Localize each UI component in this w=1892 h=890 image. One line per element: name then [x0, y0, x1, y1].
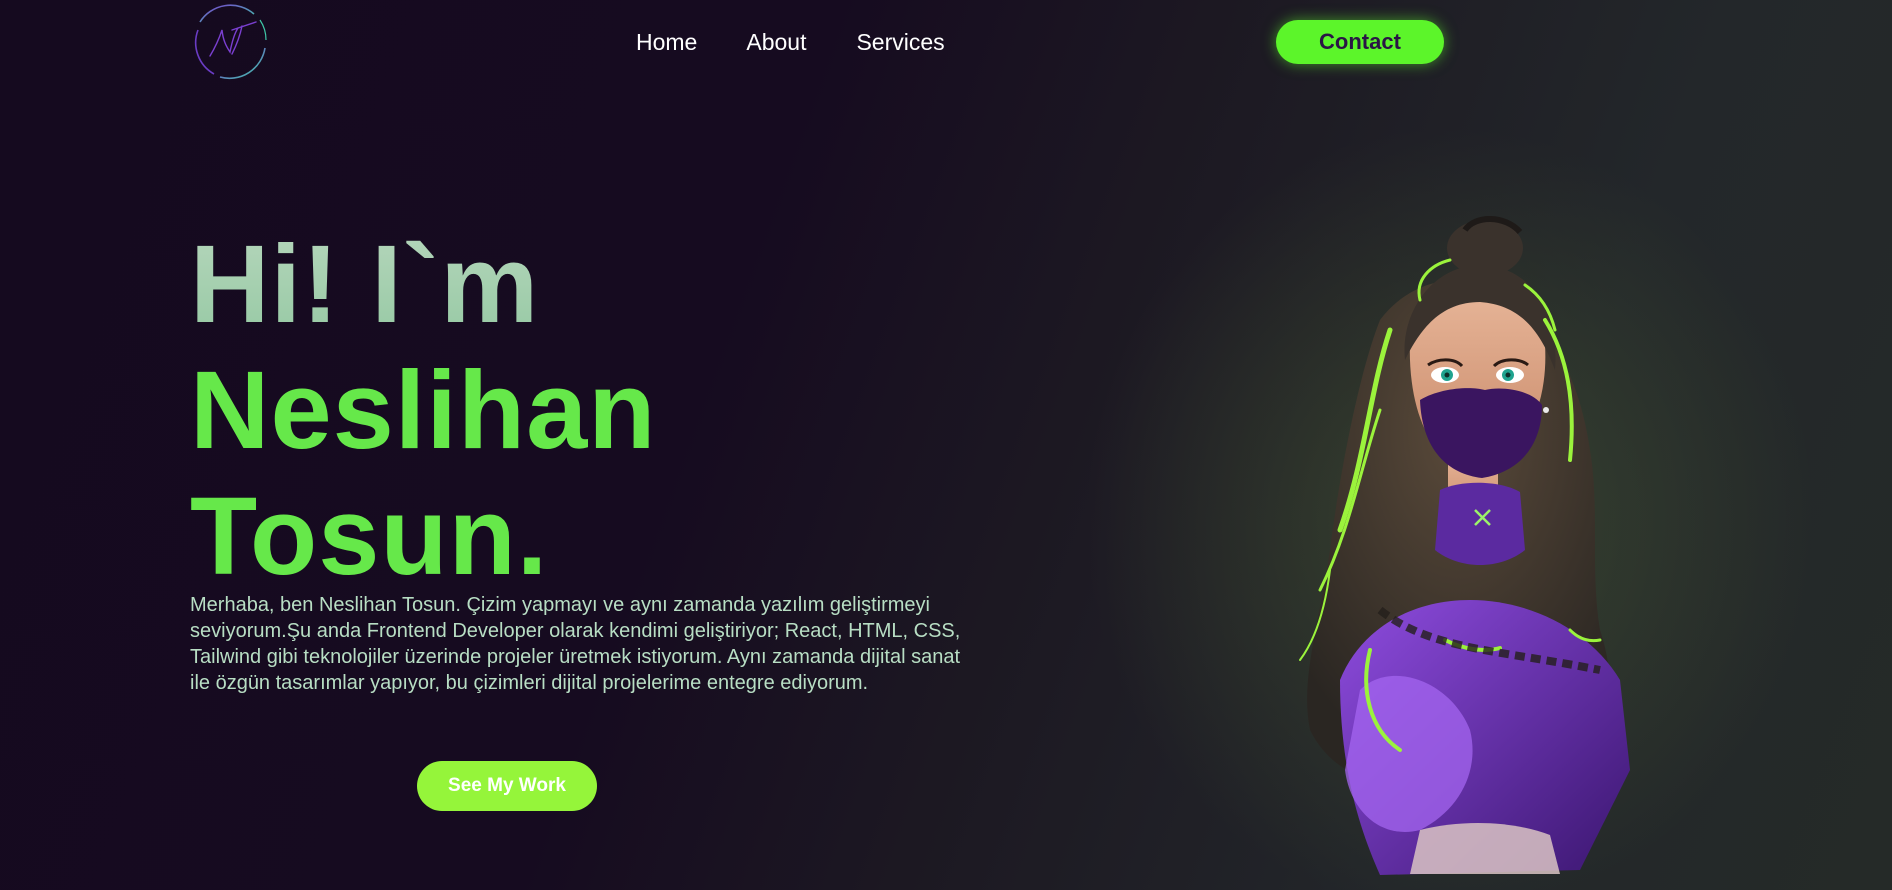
see-my-work-button[interactable]: See My Work [417, 761, 597, 811]
site-header: Home About Services Contact [0, 0, 1892, 90]
hero-first-name: Neslihan [190, 349, 657, 472]
nav-services-link[interactable]: Services [856, 24, 944, 60]
nav-about-link[interactable]: About [746, 24, 806, 60]
hero-greeting: Hi! I`m [190, 222, 656, 348]
hero-description: Merhaba, ben Neslihan Tosun. Çizim yapma… [190, 594, 961, 694]
nav-home-link[interactable]: Home [636, 24, 697, 60]
logo[interactable] [192, 0, 270, 80]
main-nav: Home About Services [636, 24, 945, 60]
hero-last-name: Tosun. [190, 475, 549, 598]
hero-title: Hi! I`m Neslihan Tosun. [190, 222, 656, 600]
masked-girl-illustration [1299, 216, 1630, 875]
contact-button[interactable]: Contact [1276, 20, 1444, 64]
nt-signature-logo-icon [194, 4, 267, 80]
hero-illustration [1270, 210, 1650, 890]
